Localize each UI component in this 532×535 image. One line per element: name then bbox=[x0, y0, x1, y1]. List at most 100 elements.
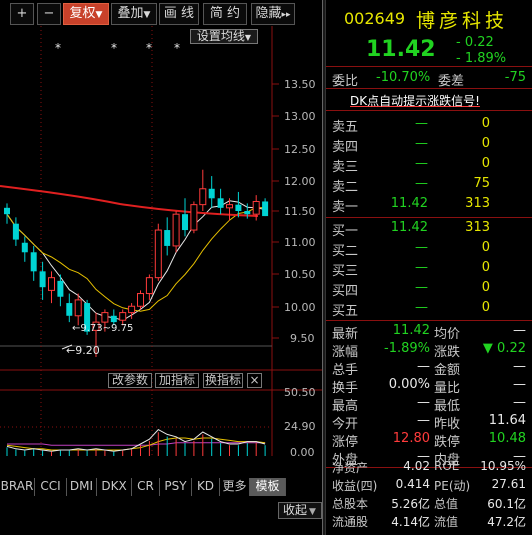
diejia-dropdown[interactable]: 叠加▼ bbox=[111, 3, 157, 25]
stat-label: 换手 bbox=[332, 381, 359, 396]
bid-row[interactable]: 买四 — 0 bbox=[326, 280, 532, 300]
vol-tick-label: 50.50 bbox=[284, 386, 316, 399]
stat-row: 最新 11.42 均价 — bbox=[326, 323, 532, 342]
ask-label: 卖四 bbox=[332, 140, 359, 155]
plus-icon: + bbox=[16, 6, 28, 21]
fund-label: PE(动) bbox=[434, 479, 471, 493]
ask-row[interactable]: 卖一 11.42 313 bbox=[326, 196, 532, 216]
ask-price: — bbox=[415, 156, 428, 171]
fuquan-dropdown[interactable]: 复权▼ bbox=[63, 3, 109, 25]
hide-button[interactable]: 隐藏▸▸ bbox=[251, 3, 295, 25]
divider-line bbox=[326, 217, 532, 218]
fund-value: 27.61 bbox=[491, 477, 526, 491]
fund-value: 60.1亿 bbox=[487, 497, 526, 511]
ask-label: 卖二 bbox=[332, 180, 359, 195]
fund-value: 10.95% bbox=[480, 459, 526, 473]
candle-body bbox=[154, 229, 162, 279]
candle-body bbox=[74, 299, 82, 317]
tab-cci[interactable]: CCI bbox=[35, 478, 67, 496]
tab-dkx[interactable]: DKX bbox=[97, 478, 132, 496]
fund-value: 4.02 bbox=[403, 459, 430, 473]
candle-body bbox=[182, 214, 188, 231]
candle-body bbox=[57, 280, 64, 297]
tab-cr[interactable]: CR bbox=[132, 478, 160, 496]
chevron-down-icon: ▼ bbox=[95, 10, 103, 20]
edit-params-button[interactable]: 改参数 bbox=[108, 373, 152, 388]
ask-price: 11.42 bbox=[390, 196, 428, 211]
divider-line bbox=[326, 110, 532, 111]
y-tick-label: 13.50 bbox=[284, 78, 316, 91]
ask-volume: 75 bbox=[473, 176, 490, 191]
stat-label: 量比 bbox=[434, 381, 461, 396]
fund-label: 流值 bbox=[434, 515, 459, 529]
zoom-in-button[interactable]: + bbox=[10, 3, 34, 25]
ask-row[interactable]: 卖二 — 75 bbox=[326, 176, 532, 196]
candle-body bbox=[208, 188, 215, 199]
y-tick-label: 9.50 bbox=[290, 332, 315, 345]
bid-row[interactable]: 买三 — 0 bbox=[326, 260, 532, 280]
stat-label: 跌停 bbox=[434, 435, 461, 450]
candle-body bbox=[190, 204, 198, 231]
y-tick-label: 12.50 bbox=[284, 143, 316, 156]
fund-label: 净资产 bbox=[332, 461, 369, 475]
stat-value: 11.64 bbox=[488, 413, 526, 428]
bid-row[interactable]: 买一 11.42 313 bbox=[326, 220, 532, 240]
bid-row[interactable]: 买五 — 0 bbox=[326, 300, 532, 320]
tab-模板[interactable]: 模板 bbox=[250, 478, 286, 496]
chevron-down-icon: ▼ bbox=[244, 33, 252, 42]
ask-row[interactable]: 卖五 — 0 bbox=[326, 116, 532, 136]
stat-row: 涨幅 -1.89% 涨跌 ▼ 0.22 bbox=[326, 341, 532, 360]
bid-price: 11.42 bbox=[390, 220, 428, 235]
candle-body bbox=[4, 207, 10, 215]
switch-indicator-button[interactable]: 换指标 bbox=[203, 373, 243, 388]
candle-body bbox=[12, 223, 19, 240]
dk-signal-banner-link[interactable]: DK点自动提示涨跌信号! bbox=[350, 92, 480, 109]
candle-body bbox=[30, 252, 37, 272]
stat-row: 总手 — 金额 — bbox=[326, 359, 532, 378]
stat-label: 均价 bbox=[434, 327, 461, 342]
candle-body bbox=[226, 204, 233, 209]
fundamental-row: 收益(四) 0.414 PE(动) 27.61 bbox=[326, 477, 532, 495]
vol-tick-label: 0.00 bbox=[290, 446, 315, 456]
fund-value: 0.414 bbox=[395, 477, 430, 491]
bid-label: 买四 bbox=[332, 284, 359, 299]
range-annotation: ←9.73~9.75 bbox=[72, 323, 133, 334]
fund-value: 47.2亿 bbox=[487, 515, 526, 529]
draw-line-button[interactable]: 画 线 bbox=[159, 3, 199, 25]
ask-row[interactable]: 卖三 — 0 bbox=[326, 156, 532, 176]
ma5-line bbox=[6, 200, 266, 321]
ask-volume: 0 bbox=[481, 116, 490, 131]
candle-body bbox=[199, 188, 207, 206]
close-indicator-button[interactable]: × bbox=[247, 373, 262, 388]
bid-row[interactable]: 买二 — 0 bbox=[326, 240, 532, 260]
stat-label: 涨跌 bbox=[434, 345, 461, 360]
collapse-button[interactable]: 收起 ▼ bbox=[278, 502, 322, 519]
stat-value: — bbox=[417, 395, 430, 410]
tab-dmi[interactable]: DMI bbox=[67, 478, 97, 496]
bid-price: — bbox=[415, 300, 428, 315]
kline-chart[interactable]: 13.50 13.00 12.50 12.00 11.50 11.00 10.5… bbox=[0, 26, 322, 471]
chart-toolbar: + − 复权▼ 叠加▼ 画 线 简 约 隐藏▸▸ bbox=[0, 3, 322, 25]
event-star-marker: * bbox=[55, 41, 61, 55]
vol-tick-label: 24.90 bbox=[284, 420, 316, 433]
tab-更多[interactable]: 更多 bbox=[220, 478, 250, 496]
candle-body bbox=[235, 204, 242, 211]
simple-mode-button[interactable]: 简 约 bbox=[203, 3, 247, 25]
close-icon: × bbox=[249, 373, 260, 387]
stat-label: 最高 bbox=[332, 399, 359, 414]
tab-psy[interactable]: PSY bbox=[160, 478, 192, 496]
candle-body bbox=[137, 293, 144, 307]
tab-brar[interactable]: BRAR bbox=[0, 478, 35, 496]
stat-row: 换手 0.00% 量比 — bbox=[326, 377, 532, 396]
y-tick-label: 10.00 bbox=[284, 301, 316, 314]
stat-value: 10.48 bbox=[488, 431, 526, 446]
ma-settings-label: 设置均线 bbox=[196, 29, 245, 43]
ask-row[interactable]: 卖四 — 0 bbox=[326, 136, 532, 156]
fund-label: 收益(四) bbox=[332, 479, 378, 493]
stat-label: 涨幅 bbox=[332, 345, 359, 360]
add-indicator-button[interactable]: 加指标 bbox=[155, 373, 199, 388]
zoom-out-button[interactable]: − bbox=[37, 3, 61, 25]
tab-kd[interactable]: KD bbox=[192, 478, 220, 496]
ma-settings-button[interactable]: 设置均线▼ bbox=[190, 29, 258, 44]
y-tick-label: 10.50 bbox=[284, 268, 316, 281]
